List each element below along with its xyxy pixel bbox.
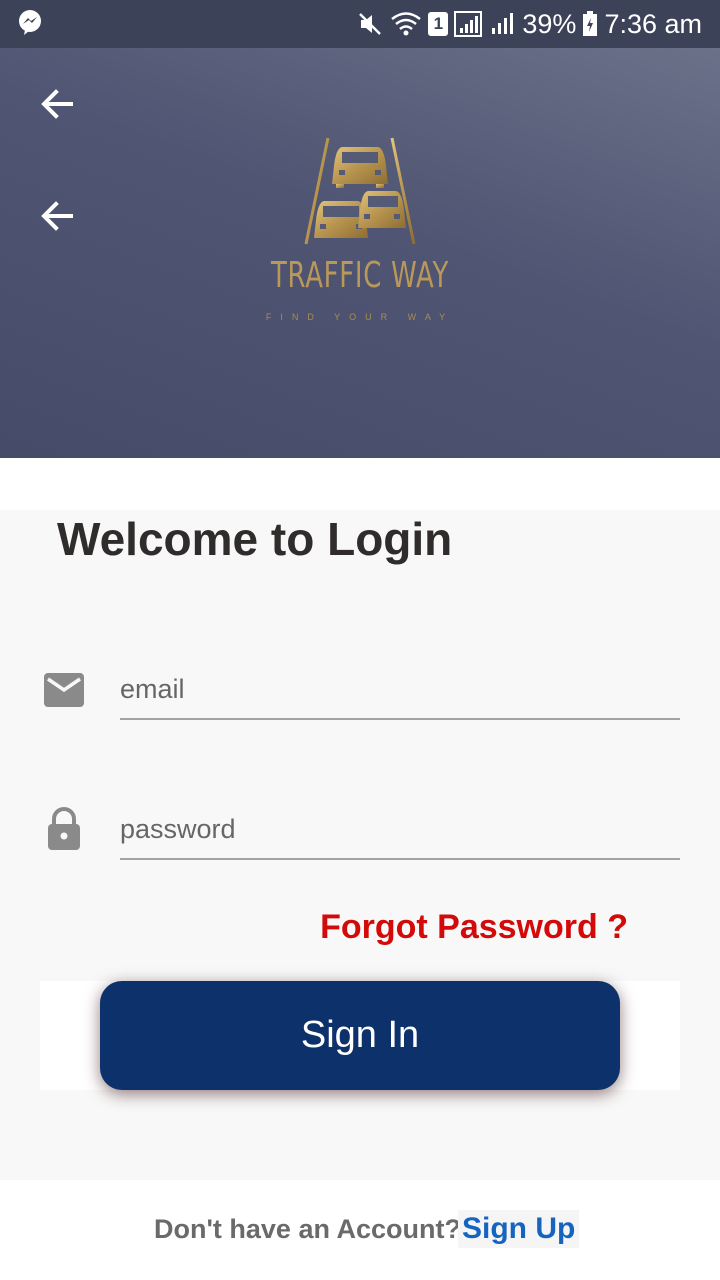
battery-icon xyxy=(582,10,598,38)
traffic-cars-logo xyxy=(304,137,416,245)
status-icons: 1 39% 7:36 am xyxy=(356,9,702,40)
sign-up-link[interactable]: Sign Up xyxy=(458,1210,580,1248)
login-form: Welcome to Login Forgot Password ? Sign … xyxy=(0,510,720,1180)
brand-name: TRAFFIC WAY xyxy=(270,255,449,296)
sim-indicator: 1 xyxy=(428,12,449,36)
forgot-password-link[interactable]: Forgot Password ? xyxy=(320,908,628,947)
page-title: Welcome to Login xyxy=(57,513,453,565)
signal-icon xyxy=(454,10,484,38)
mute-icon xyxy=(356,10,384,38)
messenger-icon xyxy=(16,8,44,41)
header-banner: TRAFFIC WAY FIND YOUR WAY xyxy=(0,48,720,458)
back-button[interactable] xyxy=(36,83,78,125)
brand-tagline: FIND YOUR WAY xyxy=(265,312,455,322)
clock: 7:36 am xyxy=(604,8,702,39)
lock-icon xyxy=(48,807,80,850)
signin-container: Sign In xyxy=(40,981,680,1090)
wifi-icon xyxy=(390,10,422,38)
back-arrow-icon xyxy=(41,201,73,231)
no-account-text: Don't have an Account? xyxy=(154,1214,461,1244)
back-arrow-icon xyxy=(41,89,73,119)
mail-icon xyxy=(44,673,84,707)
signal-icon xyxy=(490,10,516,38)
signup-footer: Don't have an Account? Sign Up xyxy=(0,1180,720,1280)
status-bar: 1 39% 7:36 am xyxy=(0,0,720,48)
battery-percent: 39% xyxy=(522,8,577,39)
password-field[interactable] xyxy=(120,800,680,860)
back-button[interactable] xyxy=(36,195,78,237)
sign-in-button[interactable]: Sign In xyxy=(100,981,620,1090)
email-field[interactable] xyxy=(120,660,680,720)
